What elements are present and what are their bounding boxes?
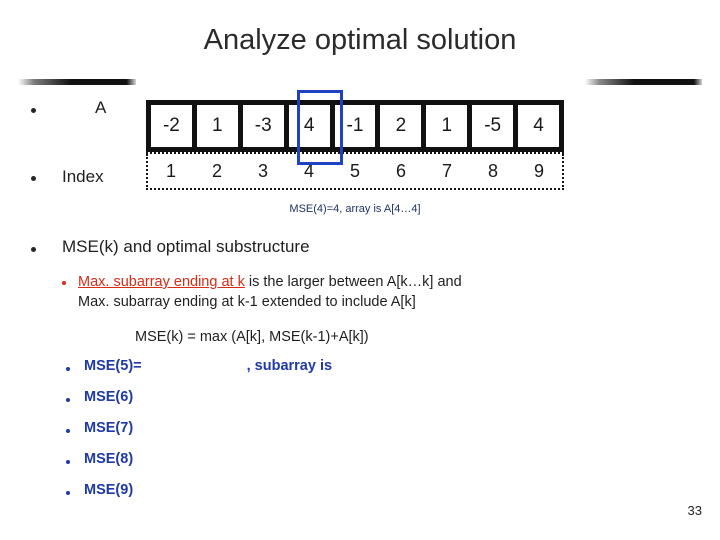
bullet-dot-mse-6 [66,398,70,402]
rule-line2: Max. subarray ending at k-1 extended to … [78,294,416,310]
array-cell: 4 [288,105,335,147]
rule-rest-line1: is the larger between A[k…k] and [244,274,462,290]
array-caption: MSE(4)=4, array is A[4…4] [289,203,421,215]
index-row: 1 2 3 4 5 6 7 8 9 [146,154,564,190]
rule-text: Max. subarray ending at k is the larger … [78,272,658,312]
bullet-dot-array-label [31,108,36,113]
page-title: Analyze optimal solution [203,24,517,56]
index-cell: 9 [533,160,544,181]
index-cell: 5 [349,160,360,181]
index-cell: 6 [395,160,406,181]
decorative-rule-right [585,79,702,85]
array-cell: 4 [518,105,560,147]
decorative-rule-left [18,79,136,85]
mse-item-7: MSE(7) [84,420,134,436]
mse-item-5: MSE(5)= , subarray is [84,358,332,374]
page-number: 33 [687,503,702,518]
array-table: -2 1 -3 4 -1 2 1 -5 4 [146,100,564,152]
bullet-dot-mse-7 [66,429,70,433]
mse-item-5-suffix: , subarray is [246,358,333,374]
mse-item-9: MSE(9) [84,482,134,498]
mse-item-6: MSE(6) [84,389,134,405]
index-cell: 7 [441,160,452,181]
array-cell: 2 [380,105,427,147]
bullet-dot-heading [31,247,36,252]
bullet-dot-mse-9 [66,491,70,495]
index-label: Index [62,167,104,186]
index-cell: 8 [487,160,498,181]
array-cell: -1 [334,105,381,147]
index-cell: 3 [257,160,268,181]
bullet-dot-mse-8 [66,460,70,464]
bullet-dot-index-label [31,176,36,181]
formula-text: MSE(k) = max (A[k], MSE(k-1)+A[k]) [135,329,369,345]
index-cell: 4 [303,160,314,181]
index-cell: 1 [165,160,176,181]
array-cell: 1 [196,105,243,147]
mse-item-5-label: MSE(5)= [84,358,142,374]
index-cell: 2 [211,160,222,181]
array-cell: 1 [426,105,473,147]
mse-item-8: MSE(8) [84,451,134,467]
body-heading: MSE(k) and optimal substructure [62,237,310,256]
bullet-dot-rule [62,281,66,285]
bullet-dot-mse-5 [66,367,70,371]
array-cell: -5 [472,105,519,147]
rule-link-text: Max. subarray ending at k [78,274,245,290]
slide-canvas: Analyze optimal solution A Index -2 1 -3… [0,0,720,540]
array-label: A [95,98,107,117]
array-cell: -2 [151,105,197,147]
array-cell: -3 [242,105,289,147]
